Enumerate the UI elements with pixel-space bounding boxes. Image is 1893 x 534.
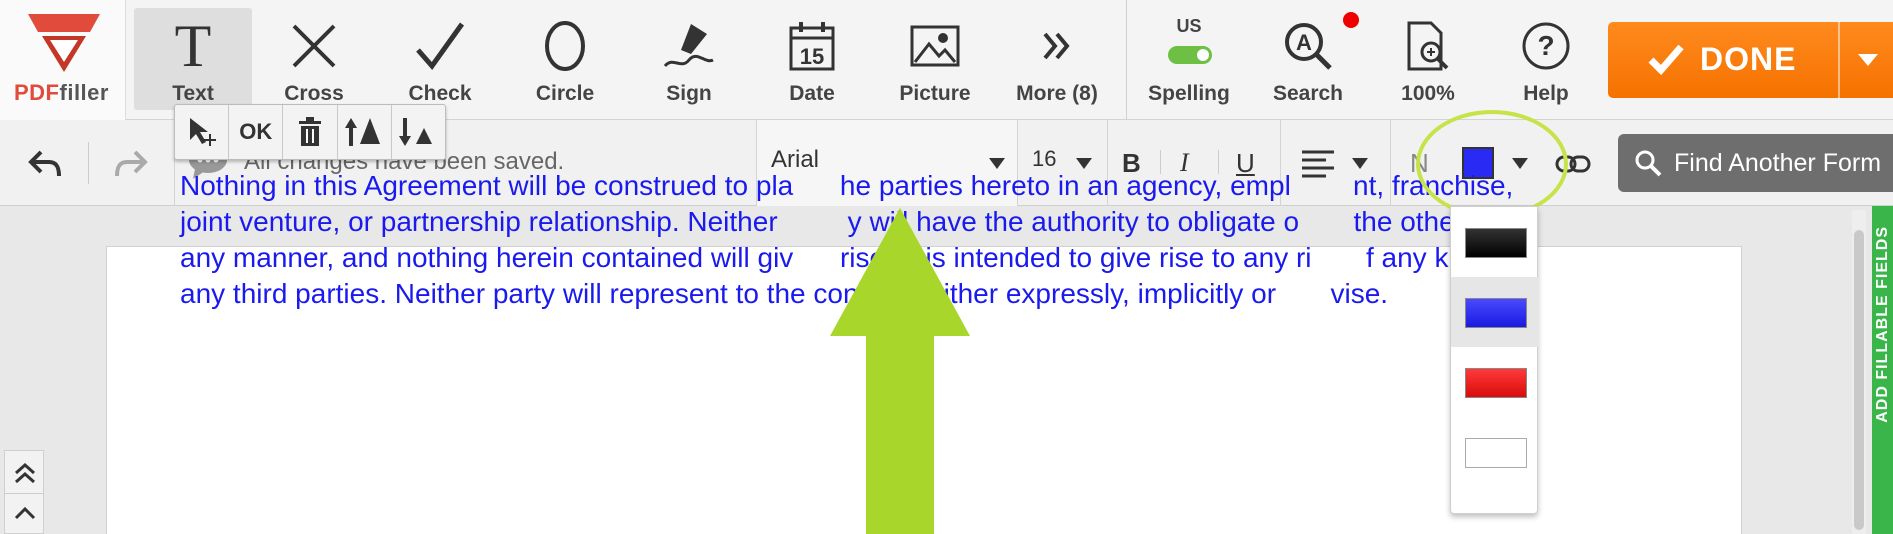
- pdffiller-logo-text: PDFfiller: [14, 80, 109, 105]
- highlight-arrow-icon: [830, 208, 970, 534]
- cross-icon: [255, 18, 373, 74]
- move-cursor-icon: [189, 118, 216, 146]
- pdffiller-logo[interactable]: PDFfiller: [0, 0, 126, 120]
- top-toolbar: PDFfiller T Text Cross Check Circle Sign…: [0, 0, 1893, 120]
- tool-text-label: Text: [172, 82, 214, 105]
- tool-sign[interactable]: Sign: [630, 8, 748, 110]
- tool-search-label: Search: [1272, 82, 1344, 105]
- help-icon: ?: [1487, 18, 1605, 74]
- bring-forward-button[interactable]: [338, 105, 392, 159]
- done-button[interactable]: DONE: [1608, 22, 1893, 98]
- search-notification-dot: [1343, 12, 1359, 28]
- tool-help[interactable]: ? Help: [1487, 8, 1605, 110]
- chevron-up-icon: [14, 506, 36, 520]
- text-box-toolbar: OK: [174, 104, 446, 160]
- ok-button[interactable]: OK: [229, 105, 284, 159]
- tool-cross-label: Cross: [284, 82, 344, 105]
- done-check-icon: [1648, 44, 1684, 76]
- add-fillable-fields-label: ADD FILLABLE FIELDS: [1874, 226, 1891, 423]
- vertical-scrollbar[interactable]: [1852, 210, 1866, 534]
- svg-text:A: A: [1296, 30, 1312, 55]
- align-caret-icon: [1352, 157, 1368, 169]
- trash-icon: [299, 117, 321, 146]
- color-swatch: [1465, 228, 1527, 258]
- bring-forward-icon: [345, 118, 381, 146]
- tool-cross[interactable]: Cross: [255, 8, 373, 110]
- delete-button[interactable]: [283, 105, 338, 159]
- double-chevron-icon: [998, 18, 1116, 74]
- scrollbar-thumb[interactable]: [1854, 230, 1864, 530]
- tool-circle-label: Circle: [535, 82, 595, 105]
- done-divider: [1838, 22, 1840, 98]
- tool-date[interactable]: 15 Date: [753, 8, 871, 110]
- check-icon: [381, 18, 499, 74]
- add-fillable-fields-tab[interactable]: ADD FILLABLE FIELDS: [1872, 206, 1893, 534]
- calendar-icon: 15: [753, 18, 871, 74]
- pen-sign-icon: [630, 18, 748, 74]
- send-backward-button[interactable]: [392, 105, 445, 159]
- color-swatch: [1465, 368, 1527, 398]
- picture-icon: [876, 18, 994, 74]
- text-t-icon: T: [174, 13, 212, 79]
- tool-spelling-label: Spelling: [1148, 82, 1230, 105]
- tool-zoom-label: 100%: [1401, 82, 1455, 105]
- done-label: DONE: [1700, 41, 1797, 77]
- svg-text:?: ?: [1537, 30, 1554, 61]
- tool-spelling[interactable]: US Spelling: [1130, 8, 1248, 110]
- color-dropdown: [1450, 206, 1539, 514]
- tool-more-label: More (8): [1016, 82, 1098, 105]
- tool-help-label: Help: [1523, 82, 1569, 105]
- toolbar-divider: [1126, 0, 1127, 120]
- tool-circle[interactable]: Circle: [506, 8, 624, 110]
- double-chevron-up-icon: [15, 462, 35, 484]
- tool-date-label: Date: [789, 82, 835, 105]
- tool-picture[interactable]: Picture: [876, 8, 994, 110]
- undo-button[interactable]: [20, 142, 70, 184]
- spelling-lang: US: [1176, 16, 1202, 36]
- move-button[interactable]: [175, 105, 230, 159]
- tool-check-label: Check: [408, 82, 472, 105]
- tool-more[interactable]: More (8): [998, 8, 1116, 110]
- redo-icon: [115, 150, 148, 177]
- color-swatch: [1465, 298, 1527, 328]
- undo-redo-divider: [88, 142, 89, 184]
- pdffiller-editor: PDFfiller T Text Cross Check Circle Sign…: [0, 0, 1893, 534]
- color-option-white[interactable]: [1451, 417, 1539, 487]
- undo-icon: [28, 150, 61, 177]
- done-dropdown-caret-icon[interactable]: [1858, 54, 1878, 66]
- svg-text:15: 15: [800, 44, 824, 69]
- redo-button[interactable]: [106, 142, 156, 184]
- color-option-black[interactable]: [1451, 207, 1539, 277]
- pdffiller-logo-icon: [28, 14, 100, 72]
- tool-check[interactable]: Check: [381, 8, 499, 110]
- color-swatch: [1465, 438, 1527, 468]
- scroll-to-top-control[interactable]: [4, 450, 44, 534]
- send-backward-icon: [399, 118, 433, 146]
- tool-sign-label: Sign: [666, 82, 712, 105]
- color-option-red[interactable]: [1451, 347, 1539, 417]
- tool-picture-label: Picture: [899, 82, 971, 105]
- color-option-blue[interactable]: [1451, 277, 1539, 347]
- tool-zoom[interactable]: 100%: [1369, 8, 1487, 110]
- zoom-document-icon: [1369, 18, 1487, 74]
- highlight-ring: [1416, 110, 1568, 218]
- tool-text[interactable]: T Text: [134, 8, 252, 110]
- toggle-switch-icon: [1168, 46, 1212, 64]
- circle-icon: [506, 18, 624, 74]
